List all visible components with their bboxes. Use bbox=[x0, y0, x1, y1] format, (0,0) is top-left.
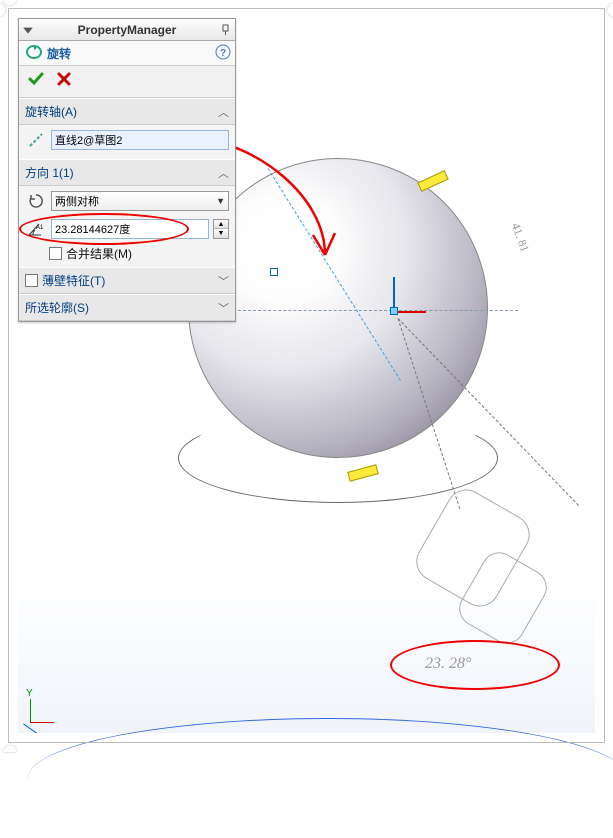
dimension-label[interactable]: 23. 28° bbox=[425, 655, 471, 673]
property-manager-panel: PropertyManager 旋转 ? 旋转轴(A) ︿ bbox=[18, 18, 236, 322]
feature-name: 旋转 bbox=[47, 45, 71, 62]
section-header-direction[interactable]: 方向 1(1) ︿ bbox=[19, 159, 235, 186]
feature-header: 旋转 ? bbox=[19, 41, 235, 66]
axis-icon bbox=[25, 132, 47, 148]
section-label: 所选轮廓(S) bbox=[25, 299, 89, 316]
stamp-edge bbox=[0, 0, 613, 13]
y-axis-icon bbox=[30, 699, 31, 723]
action-row bbox=[19, 66, 235, 98]
spinner-down-button[interactable]: ▼ bbox=[214, 229, 228, 238]
end-condition-dropdown[interactable]: 两侧对称 ▼ bbox=[51, 191, 229, 211]
section-header-thin[interactable]: 薄壁特征(T) ﹀ bbox=[19, 267, 235, 294]
svg-text:A1: A1 bbox=[36, 225, 44, 231]
merge-result-label: 合并结果(M) bbox=[66, 245, 132, 262]
ok-button[interactable] bbox=[27, 70, 45, 93]
merge-result-checkbox[interactable] bbox=[49, 247, 62, 260]
cancel-button[interactable] bbox=[55, 70, 73, 93]
thin-feature-checkbox[interactable] bbox=[25, 274, 38, 287]
chevron-up-icon: ︿ bbox=[218, 165, 229, 181]
panel-title: PropertyManager bbox=[37, 23, 217, 37]
chevron-down-icon: ﹀ bbox=[218, 300, 229, 316]
section-body-direction: 两侧对称 ▼ A1 ▲ ▼ 合并结果(M) bbox=[19, 186, 235, 267]
dropdown-value: 两侧对称 bbox=[55, 193, 99, 209]
reverse-direction-button[interactable] bbox=[25, 193, 47, 209]
panel-menu-button[interactable] bbox=[19, 21, 37, 39]
x-axis-icon bbox=[30, 722, 54, 723]
panel-titlebar: PropertyManager bbox=[19, 19, 235, 41]
chevron-down-icon: ﹀ bbox=[218, 273, 229, 289]
annotation-circle-icon bbox=[390, 640, 560, 690]
chevron-up-icon: ︿ bbox=[218, 104, 229, 120]
revolve-icon bbox=[25, 44, 43, 62]
angle-input[interactable] bbox=[51, 219, 209, 239]
section-header-contours[interactable]: 所选轮廓(S) ﹀ bbox=[19, 294, 235, 321]
axis-input[interactable] bbox=[51, 130, 229, 150]
section-body-axis bbox=[19, 125, 235, 159]
stamp-edge bbox=[600, 0, 613, 751]
stamp-edge bbox=[0, 0, 13, 751]
help-button[interactable]: ? bbox=[215, 44, 231, 60]
section-label: 方向 1(1) bbox=[25, 164, 74, 181]
y-axis-label: Y bbox=[26, 688, 33, 699]
angle-spinner[interactable]: ▲ ▼ bbox=[213, 219, 229, 239]
stamp-edge bbox=[0, 738, 613, 752]
section-label: 薄壁特征(T) bbox=[42, 272, 105, 289]
spinner-up-button[interactable]: ▲ bbox=[214, 220, 228, 229]
angle-icon: A1 bbox=[25, 221, 47, 237]
caret-down-icon: ▼ bbox=[216, 196, 225, 206]
svg-text:?: ? bbox=[220, 48, 226, 59]
pin-button[interactable] bbox=[217, 21, 235, 39]
section-header-axis[interactable]: 旋转轴(A) ︿ bbox=[19, 98, 235, 125]
section-label: 旋转轴(A) bbox=[25, 103, 77, 120]
